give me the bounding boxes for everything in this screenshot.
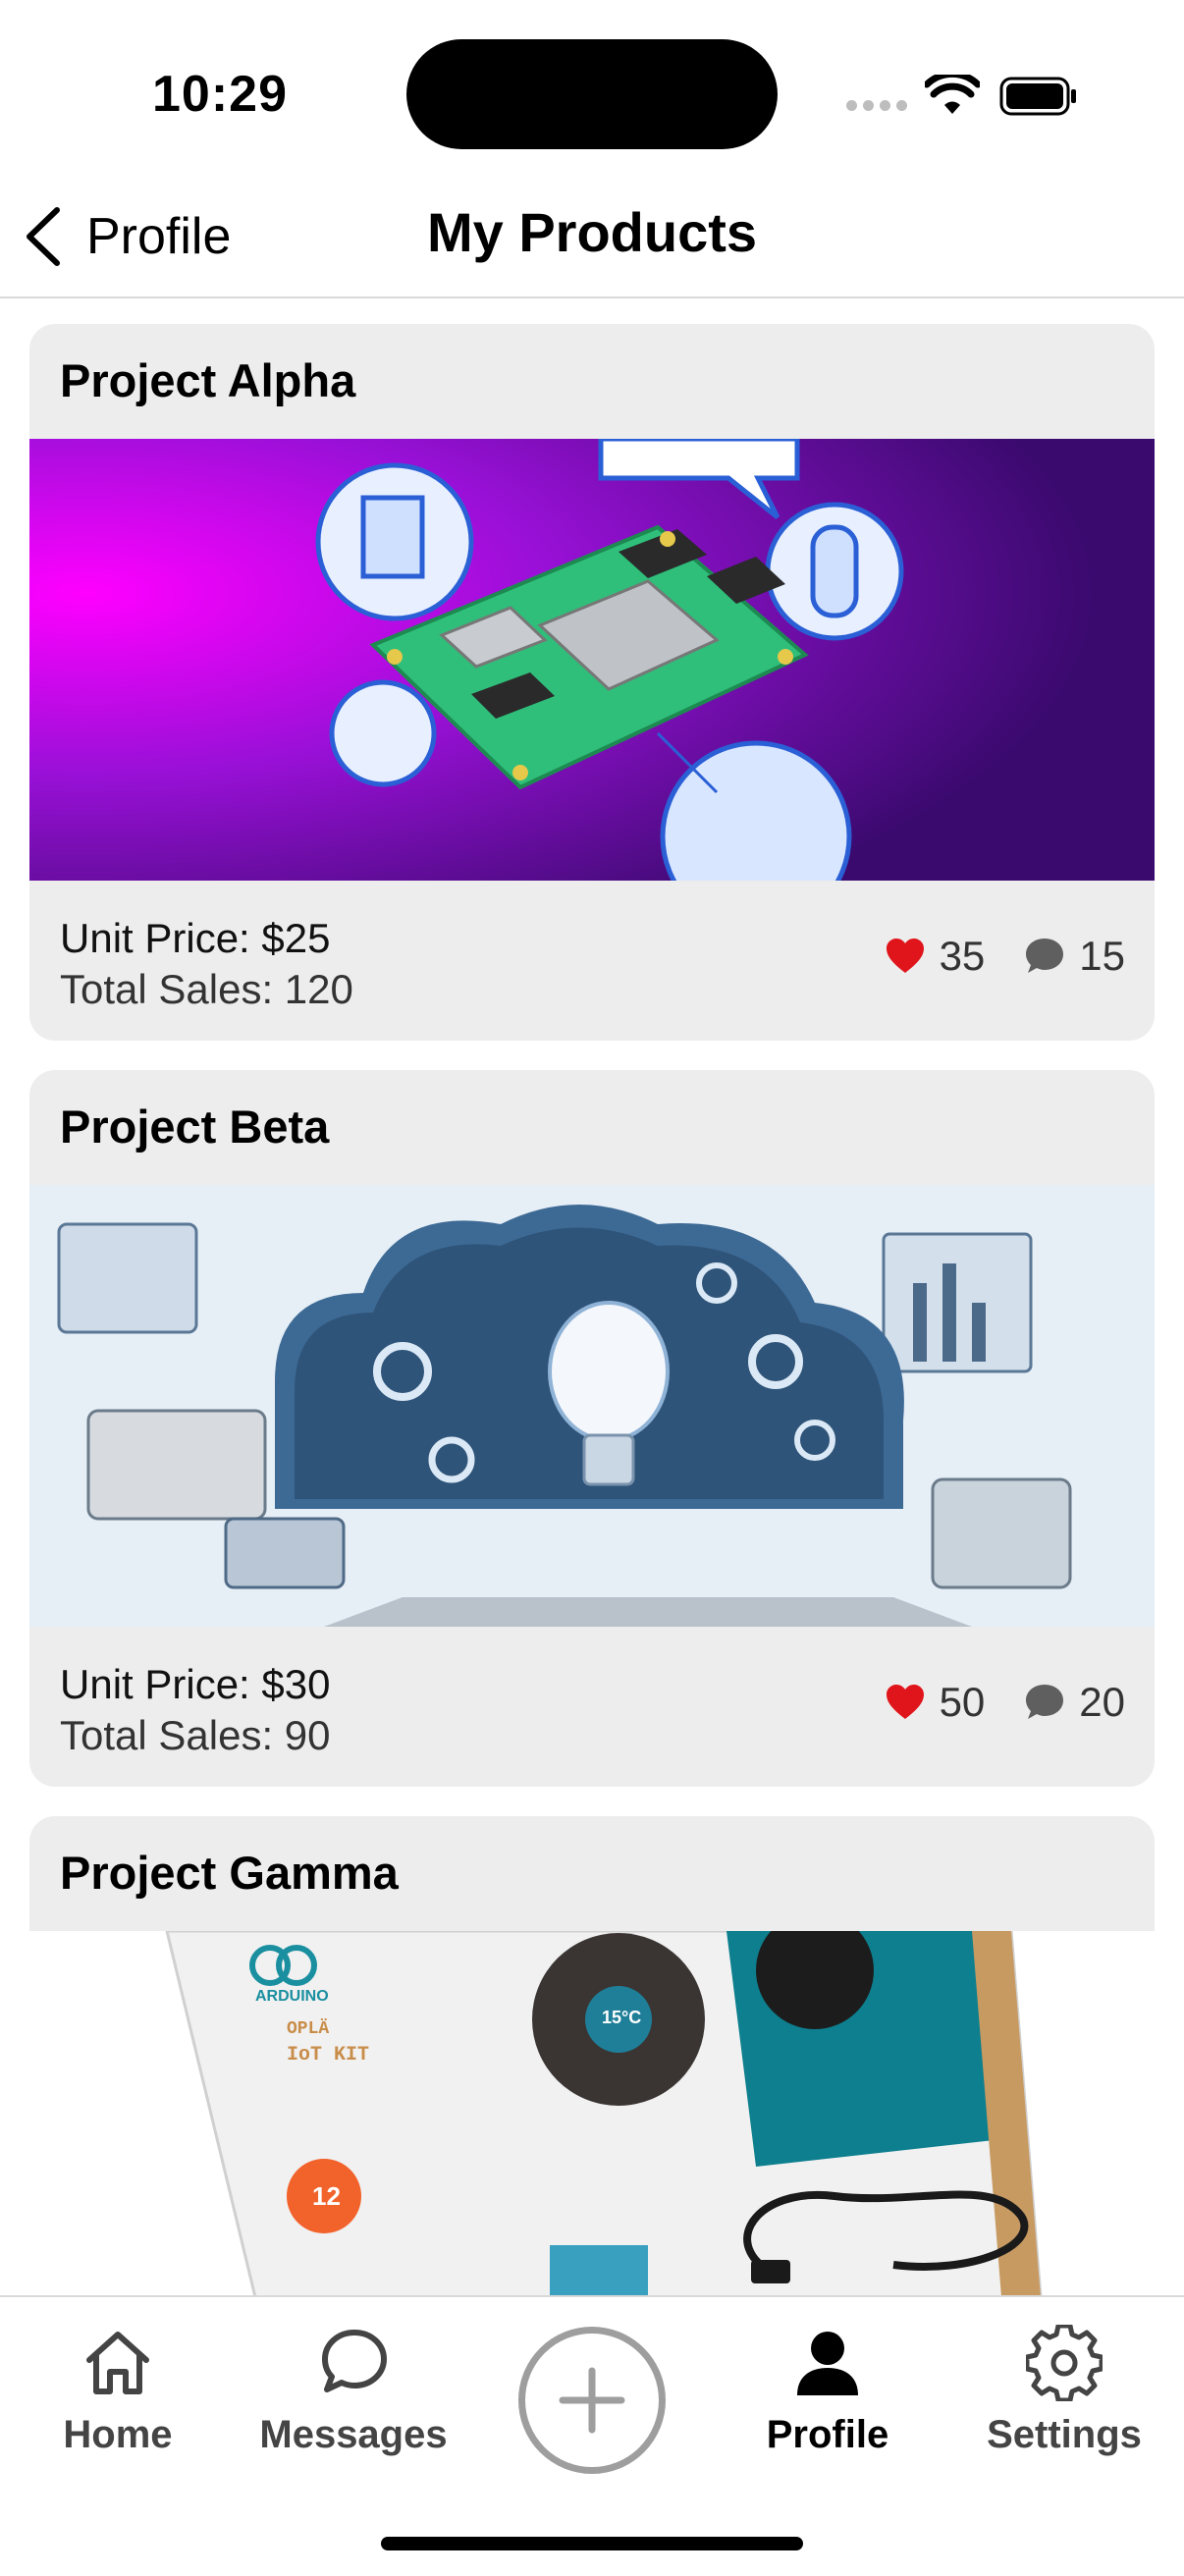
engagement-stats: 35 15 <box>885 933 1125 980</box>
person-icon <box>797 2332 858 2395</box>
tab-profile[interactable]: Profile <box>720 2325 936 2457</box>
temperature-readout: 15°C <box>602 2008 642 2027</box>
comment-count: 20 <box>1079 1679 1125 1725</box>
like-count: 50 <box>939 1679 986 1725</box>
tab-label: Settings <box>987 2413 1142 2456</box>
wifi-icon <box>925 75 980 114</box>
tab-home[interactable]: Home <box>10 2325 226 2457</box>
product-card-gamma[interactable]: Project Gamma ARDUINO OPLÄ IoT KIT 15°C … <box>29 1816 1155 2297</box>
heart-icon[interactable] <box>885 938 926 975</box>
engagement-stats: 50 20 <box>885 1679 1125 1726</box>
add-product-button[interactable] <box>518 2327 666 2474</box>
gear-icon <box>1026 2325 1103 2401</box>
page-title: My Products <box>426 201 758 263</box>
product-meta: Unit Price: $25 Total Sales: 120 <box>60 913 353 1015</box>
bottom-tab-bar: Home Messages Profile Settings <box>0 2295 1184 2576</box>
product-image-gamma[interactable]: ARDUINO OPLÄ IoT KIT 15°C 12 <box>29 1931 1155 2297</box>
navigation-bar: Profile My Products <box>0 177 1184 298</box>
home-indicator[interactable] <box>381 2537 803 2550</box>
home-icon <box>86 2332 149 2394</box>
comment-icon[interactable] <box>1024 936 1065 977</box>
battery-icon <box>999 77 1076 116</box>
total-sales: Total Sales: 120 <box>60 966 353 1012</box>
tab-label: Profile <box>766 2413 889 2456</box>
tab-settings[interactable]: Settings <box>956 2325 1172 2457</box>
badge-number: 12 <box>312 2181 341 2211</box>
tab-label: Home <box>63 2413 173 2456</box>
dynamic-island <box>406 39 778 149</box>
product-image-beta[interactable] <box>29 1185 1155 1627</box>
unit-price: Unit Price: $25 <box>60 915 331 961</box>
product-name: Project Beta <box>60 1100 330 1153</box>
status-time: 10:29 <box>152 66 288 123</box>
plus-icon <box>559 2367 625 2434</box>
status-bar: 10:29 <box>0 0 1184 177</box>
comment-count: 15 <box>1079 933 1125 979</box>
product-card-beta[interactable]: Project Beta Unit Price: $30 Total Sales… <box>29 1070 1155 1787</box>
product-card-alpha[interactable]: Project Alpha Unit Price: $25 Total Sale… <box>29 324 1155 1041</box>
product-image-alpha[interactable] <box>29 439 1155 881</box>
heart-icon[interactable] <box>885 1684 926 1721</box>
kit-label-line2: IoT KIT <box>287 2044 370 2066</box>
cellular-signal-icon <box>846 100 907 114</box>
comment-icon[interactable] <box>1024 1682 1065 1723</box>
like-count: 35 <box>939 933 986 979</box>
kit-label-line1: OPLÄ <box>287 2019 330 2039</box>
tab-label: Messages <box>259 2413 448 2456</box>
arduino-brand-label: ARDUINO <box>255 1988 329 2005</box>
tab-messages[interactable]: Messages <box>245 2325 461 2457</box>
product-meta: Unit Price: $30 Total Sales: 90 <box>60 1659 331 1761</box>
total-sales: Total Sales: 90 <box>60 1712 331 1758</box>
chat-bubble-icon <box>322 2330 387 2392</box>
unit-price: Unit Price: $30 <box>60 1661 331 1707</box>
product-name: Project Alpha <box>60 354 356 406</box>
product-name: Project Gamma <box>60 1847 399 1899</box>
